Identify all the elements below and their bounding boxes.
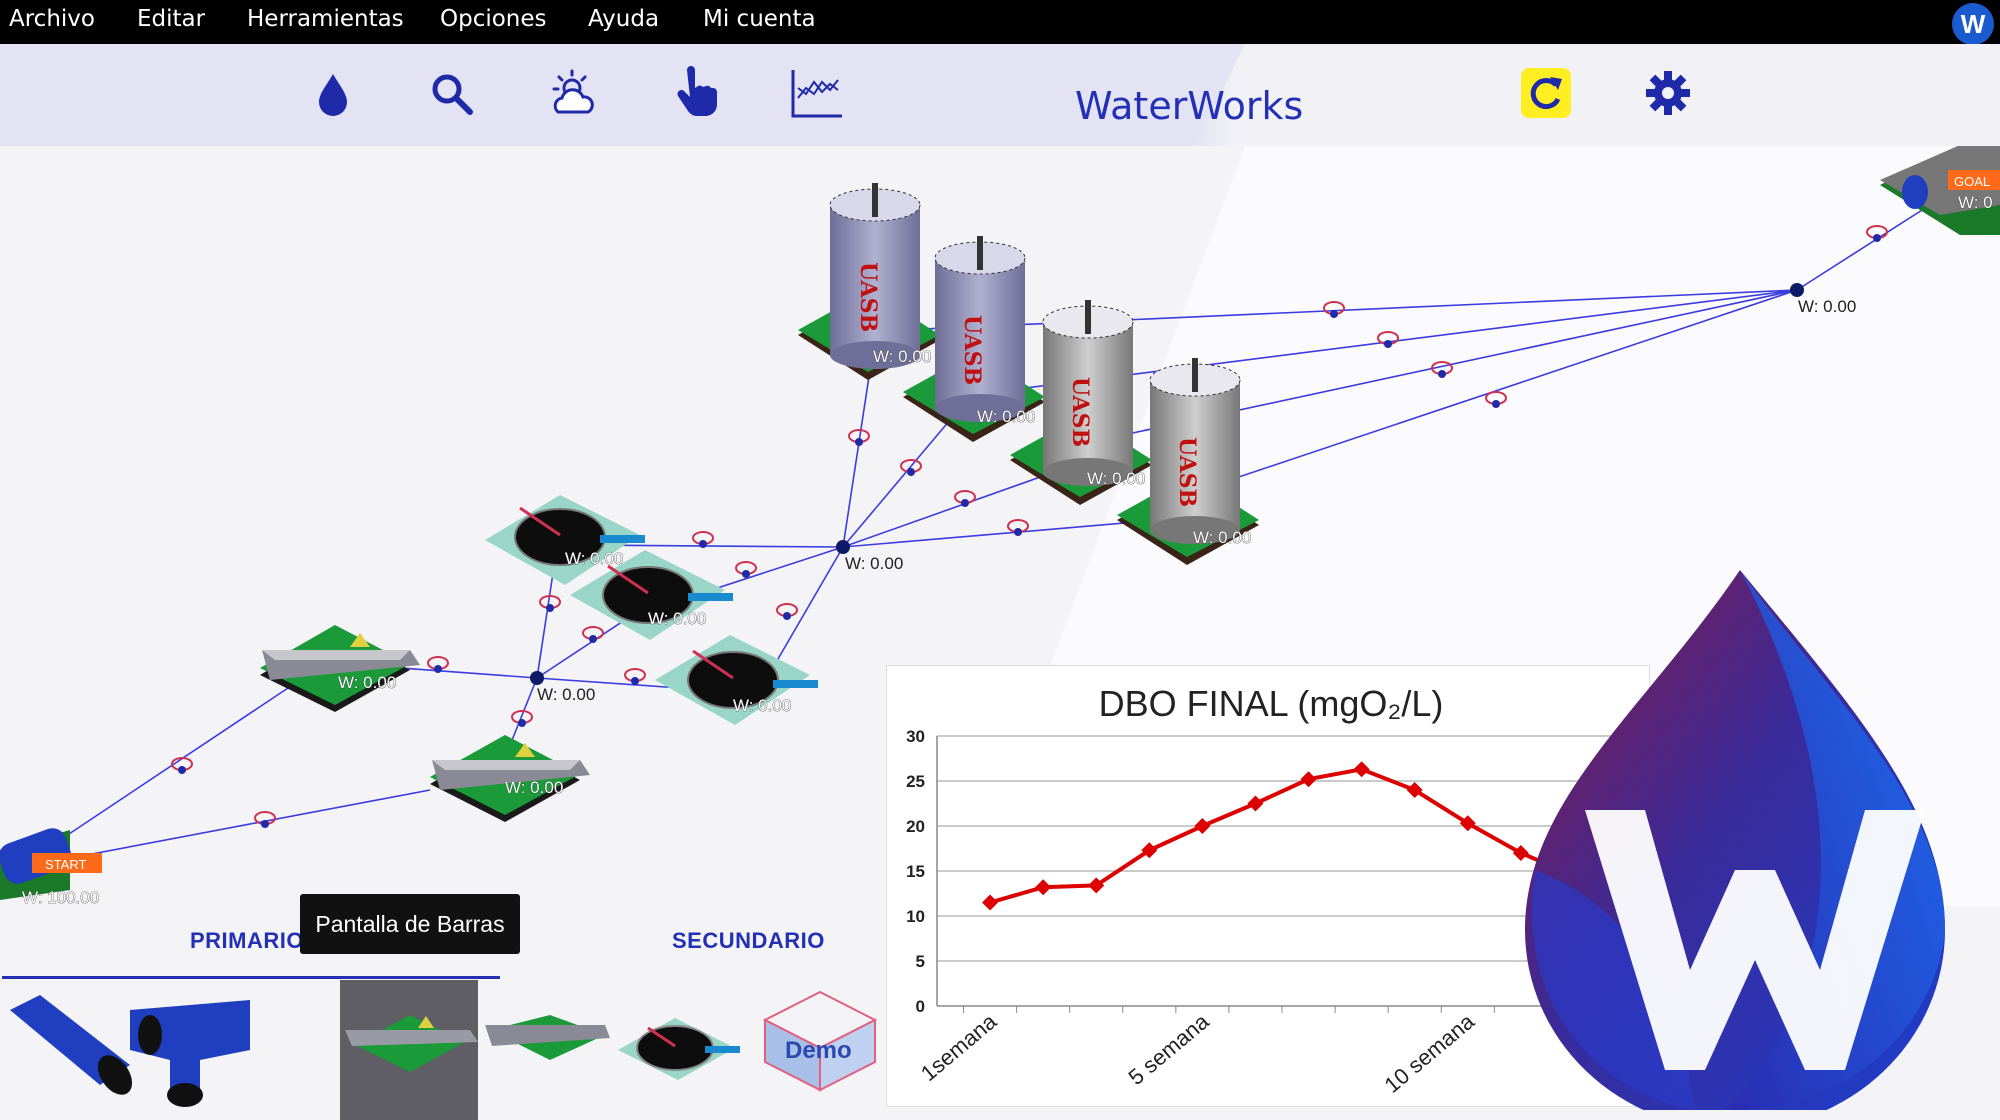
chart-title: DBO FINAL (mgO₂/L) <box>1099 683 1444 724</box>
tab-secundario[interactable]: SECUNDARIO <box>672 928 825 954</box>
chart-axes <box>936 736 1627 1013</box>
x-tick-label: 1semana <box>916 1008 1002 1086</box>
goal-value: W: 0 <box>1958 193 1993 212</box>
chart-icon[interactable] <box>790 68 844 120</box>
clarifier-label: W: 0.00 <box>648 609 706 628</box>
toolbar-shade <box>0 44 1245 146</box>
y-tick-label: 25 <box>906 772 925 791</box>
data-point <box>1247 795 1264 812</box>
uasb-label: W: 0.00 <box>873 347 931 366</box>
data-point <box>982 894 999 911</box>
settings-icon[interactable] <box>1645 70 1691 116</box>
uasb-letters: UASB <box>855 262 881 332</box>
menu-mi-cuenta[interactable]: Mi cuenta <box>703 6 816 32</box>
start-label: START <box>45 857 86 872</box>
junction-label: W: 0.00 <box>537 685 595 704</box>
junction-label: W: 0.00 <box>845 554 903 573</box>
uasb-label: W: 0.00 <box>1193 528 1251 547</box>
clarifier-label: W: 0.00 <box>733 696 791 715</box>
valve-icon[interactable] <box>848 429 870 447</box>
start-node[interactable]: START W: 100.00 <box>0 824 102 906</box>
grit-channel-icon[interactable] <box>485 1015 610 1060</box>
brand-badge[interactable]: W <box>1952 3 1994 45</box>
uasb-letters: UASB <box>1067 377 1093 447</box>
valve-icon[interactable] <box>776 603 798 621</box>
screen-label: W: 0.00 <box>338 673 396 692</box>
clarifier-icon[interactable] <box>618 1018 740 1080</box>
y-tick-label: 20 <box>906 817 925 836</box>
active-tab-indicator <box>2 976 500 979</box>
junction-label: W: 0.00 <box>1798 297 1856 316</box>
data-point <box>1353 761 1370 778</box>
refresh-button[interactable] <box>1521 68 1571 118</box>
app-title: WaterWorks <box>1075 84 1304 128</box>
y-tick-label: 10 <box>906 907 925 926</box>
tooltip: Pantalla de Barras <box>300 894 520 954</box>
valve-icon[interactable] <box>539 595 561 613</box>
demo-module-icon[interactable]: Demo <box>762 990 878 1092</box>
clarifier-unit[interactable]: W: 0.00 <box>655 635 818 725</box>
x-tick-label: 5 semana <box>1124 1008 1215 1090</box>
y-pipe-icon[interactable] <box>130 1000 250 1107</box>
x-tick-label: 10 semana <box>1380 1008 1480 1098</box>
uasb-label: W: 0.00 <box>977 407 1035 426</box>
water-drop-icon[interactable] <box>316 72 350 118</box>
menu-editar[interactable]: Editar <box>137 6 205 32</box>
y-tick-label: 15 <box>906 862 925 881</box>
valve-icon[interactable] <box>624 668 646 686</box>
clarifier-label: W: 0.00 <box>565 549 623 568</box>
goal-label: GOAL <box>1954 174 1990 189</box>
straight-pipe-icon[interactable] <box>10 995 139 1101</box>
valve-icon[interactable] <box>171 757 193 775</box>
uasb-letters: UASB <box>1174 437 1200 507</box>
search-icon[interactable] <box>430 72 474 118</box>
data-point <box>1300 771 1317 788</box>
y-tick-label: 30 <box>906 727 925 746</box>
bar-screen-icon[interactable] <box>345 1015 478 1072</box>
logo-letter: W <box>1525 570 1526 571</box>
bar-screen-unit[interactable]: W: 0.00 <box>260 625 420 712</box>
menu-archivo[interactable]: Archivo <box>9 6 95 32</box>
data-point <box>1194 818 1211 834</box>
junction-node[interactable] <box>1790 283 1804 297</box>
valve-icon[interactable] <box>954 490 976 508</box>
start-value: W: 100.00 <box>22 888 99 906</box>
refresh-icon <box>1530 77 1562 110</box>
y-tick-label: 0 <box>916 997 925 1016</box>
junction-node[interactable] <box>836 540 850 554</box>
uasb-label: W: 0.00 <box>1087 469 1145 488</box>
menu-bar: Archivo Editar Herramientas Opciones Ayu… <box>0 0 2000 45</box>
chart-x-ticks: 1semana 5 semana 10 semana <box>916 1008 1480 1098</box>
uasb-tank[interactable]: UASB W: 0.00 <box>798 183 940 380</box>
valve-icon[interactable] <box>582 626 604 644</box>
series-line <box>989 767 1575 905</box>
menu-opciones[interactable]: Opciones <box>440 6 547 32</box>
uasb-letters: UASB <box>959 315 985 385</box>
valve-icon[interactable] <box>1007 519 1029 537</box>
palette-items: Demo <box>10 990 878 1107</box>
screen-label: W: 0.00 <box>505 778 563 797</box>
data-point <box>1035 879 1052 896</box>
bar-screen-unit[interactable]: W: 0.00 <box>430 735 590 822</box>
waterworks-logo: W <box>1525 570 1945 1110</box>
pointer-hand-icon[interactable] <box>675 66 719 118</box>
chart-series <box>982 761 1582 911</box>
chart-y-ticks: 0 5 10 15 20 25 30 <box>906 727 925 1016</box>
demo-label: Demo <box>785 1037 852 1064</box>
menu-ayuda[interactable]: Ayuda <box>588 6 659 32</box>
tab-primario[interactable]: PRIMARIO <box>190 928 304 954</box>
y-tick-label: 5 <box>916 952 925 971</box>
junction-node[interactable] <box>530 671 544 685</box>
menu-herramientas[interactable]: Herramientas <box>247 6 404 32</box>
weather-icon[interactable] <box>548 68 598 118</box>
